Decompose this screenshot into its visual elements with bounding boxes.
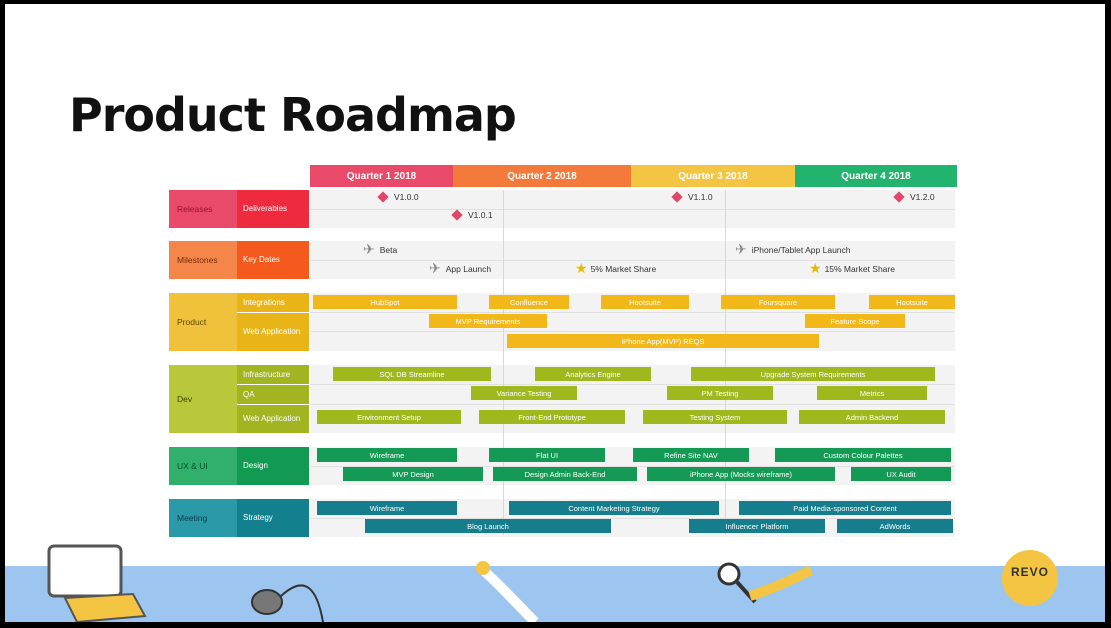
sub-web-application-dev: Web Application — [237, 405, 309, 433]
milestone-label: Beta — [379, 244, 398, 255]
airplane-icon: ✈ — [363, 241, 375, 257]
grid-line — [310, 384, 955, 385]
ux-bar: Wireframe — [317, 448, 457, 462]
milestone-15pct: ★ 15% Market Share — [809, 260, 895, 277]
sub-infrastructure: Infrastructure — [237, 365, 309, 384]
category-dev: Dev — [169, 365, 237, 433]
star-icon: ★ — [575, 260, 588, 276]
diamond-icon — [451, 209, 463, 221]
sub-integrations: Integrations — [237, 293, 309, 312]
product-bar: Foursquare — [721, 295, 835, 309]
milestone-tablet-launch: ✈ iPhone/Tablet App Launch — [735, 241, 851, 258]
quarter-header-q2: Quarter 2 2018 — [453, 165, 631, 187]
diamond-icon — [377, 191, 389, 203]
ux-bar: UX Audit — [851, 467, 951, 481]
roadmap-diagram: Quarter 1 2018 Quarter 2 2018 Quarter 3 … — [5, 4, 1105, 564]
release-v110: V1.1.0 — [671, 191, 713, 203]
magnifier-icon — [717, 562, 814, 604]
release-label: V1.0.1 — [468, 210, 493, 220]
logo-text: REVO — [1011, 565, 1050, 579]
dev-bar: PM Testing — [667, 386, 773, 400]
category-product: Product — [169, 293, 237, 351]
grid-line — [310, 404, 955, 405]
grid-line — [310, 312, 955, 313]
star-icon: ★ — [809, 260, 822, 276]
product-bar: Feature Scope — [805, 314, 905, 328]
grid-line — [310, 209, 955, 210]
dev-bar: Admin Backend — [799, 410, 945, 424]
release-label: V1.0.0 — [394, 192, 419, 202]
meeting-bar: Wireframe — [317, 501, 457, 515]
dev-bar: Variance Testing — [471, 386, 577, 400]
footer-illustration — [47, 544, 1058, 622]
meeting-bar: Paid Media-sponsored Content — [739, 501, 951, 515]
quarter-header-q4: Quarter 4 2018 — [795, 165, 957, 187]
sub-web-application: Web Application — [237, 313, 309, 351]
category-releases: Releases — [169, 190, 237, 228]
category-milestones: Milestones — [169, 241, 237, 279]
laptop-icon — [47, 544, 147, 622]
product-bar: Hootsuite — [869, 295, 955, 309]
product-bar: MVP Requirements — [429, 314, 547, 328]
sub-qa: QA — [237, 385, 309, 404]
milestone-beta: ✈ Beta — [363, 241, 397, 258]
milestone-label: iPhone/Tablet App Launch — [751, 244, 851, 255]
diamond-icon — [671, 191, 683, 203]
product-bar: HubSpot — [313, 295, 457, 309]
slide: Product Roadmap Quarter 1 2018 Quarter 2… — [5, 4, 1105, 622]
dev-bar: Metrics — [817, 386, 927, 400]
grid-line — [503, 190, 504, 535]
release-v120: V1.2.0 — [893, 191, 935, 203]
release-label: V1.2.0 — [910, 192, 935, 202]
dev-bar: Analytics Engine — [535, 367, 651, 381]
dev-bar: SQL DB Streamline — [333, 367, 491, 381]
airplane-icon: ✈ — [735, 241, 747, 257]
quarter-header-q1: Quarter 1 2018 — [310, 165, 453, 187]
meeting-bar: Content Marketing Strategy — [509, 501, 719, 515]
ux-bar: Refine Site NAV — [633, 448, 749, 462]
dev-bar: Upgrade System Requirements — [691, 367, 935, 381]
product-bar: Confluence — [489, 295, 569, 309]
dev-bar: Environment Setup — [317, 410, 461, 424]
product-bar: Hootsuite — [601, 295, 689, 309]
diamond-icon — [893, 191, 905, 203]
sub-design: Design — [237, 447, 309, 485]
milestone-label: App Launch — [445, 263, 492, 274]
grid-line — [725, 190, 726, 535]
release-v100: V1.0.0 — [377, 191, 419, 203]
milestone-app-launch: ✈ App Launch — [429, 260, 491, 277]
sub-deliverables: Deliverables — [237, 190, 309, 228]
hand-icon — [476, 561, 539, 622]
ux-bar: Flat UI — [489, 448, 605, 462]
product-bar: iPhone App(MVP) REQS — [507, 334, 819, 348]
dev-bar: Front-End Prototype — [479, 410, 625, 424]
release-label: V1.1.0 — [688, 192, 713, 202]
mouse-icon — [251, 584, 324, 622]
sub-key-dates: Key Dates — [237, 241, 309, 279]
ux-bar: Custom Colour Palettes — [775, 448, 951, 462]
category-ux-ui: UX & UI — [169, 447, 237, 485]
airplane-icon: ✈ — [429, 260, 441, 276]
ux-bar: Design Admin Back-End — [493, 467, 637, 481]
ux-bar: iPhone App (Mocks wireframe) — [647, 467, 835, 481]
ux-bar: MVP Design — [343, 467, 483, 481]
release-v101: V1.0.1 — [451, 209, 493, 221]
milestone-label: 5% Market Share — [590, 263, 657, 274]
quarter-header-q3: Quarter 3 2018 — [631, 165, 795, 187]
dev-bar: Testing System — [643, 410, 787, 424]
grid-line — [310, 331, 955, 332]
milestone-label: 15% Market Share — [824, 263, 895, 274]
milestone-5pct: ★ 5% Market Share — [575, 260, 656, 277]
